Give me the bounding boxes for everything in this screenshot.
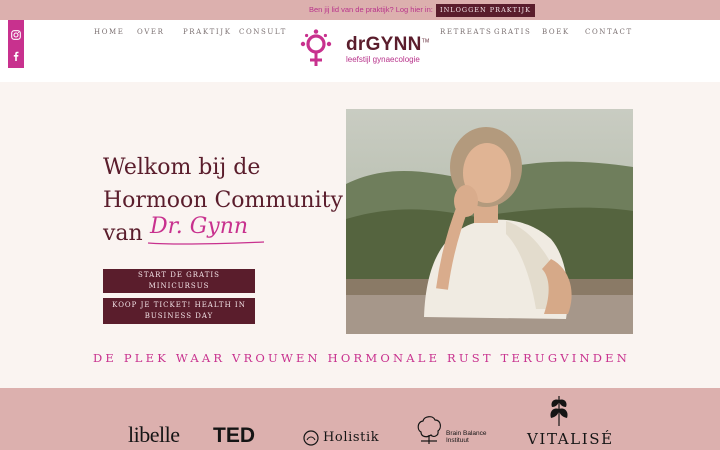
start-minicursus-button[interactable]: START DE GRATIS MINICURSUS [103, 269, 255, 293]
signature-underline [147, 241, 265, 245]
holistik-logo: Holistik [323, 430, 380, 445]
venus-logo-icon[interactable] [295, 29, 337, 69]
vitalise-logo: VITALISÉ [527, 430, 614, 448]
libelle-logo: libelle [128, 422, 180, 447]
nav-consult[interactable]: CONSULT [239, 28, 287, 36]
instagram-icon[interactable] [11, 30, 21, 40]
dr-gynn-signature: Dr. Gynn [150, 214, 249, 239]
brain-balance-logo: Brain Balance Instituut [446, 430, 487, 444]
hero-tagline: DE PLEK WAAR VROUWEN HORMONALE RUST TERU… [93, 351, 630, 365]
login-praktijk-button[interactable]: INLOGGEN PRAKTIJK [436, 4, 535, 17]
hero-title-line1: Welkom bij de [103, 155, 261, 180]
facebook-icon[interactable] [11, 51, 21, 61]
social-strip [8, 20, 24, 68]
logo-tagline: leefstijl gynaecologie [346, 55, 420, 64]
nav-praktijk[interactable]: PRAKTIJK [183, 28, 232, 36]
top-bar: Ben jij lid van de praktijk? Log hier in… [0, 0, 720, 20]
ted-logo: TED [213, 424, 255, 447]
nav-boek[interactable]: BOEK [542, 28, 570, 36]
member-login-text: Ben jij lid van de praktijk? Log hier in… [309, 5, 433, 14]
nav-contact[interactable]: CONTACT [585, 28, 633, 36]
vitalise-leaf-icon [550, 396, 568, 426]
holistik-mark-icon [303, 430, 319, 446]
buy-ticket-button[interactable]: KOOP JE TICKET! HEALTH IN BUSINESS DAY [103, 298, 255, 324]
brain-balance-icon [417, 416, 441, 444]
nav-home[interactable]: HOME [94, 28, 125, 36]
nav-retreats[interactable]: RETREATS [440, 28, 492, 36]
logo-wordmark[interactable]: drGYNNTM [346, 34, 430, 56]
nav-over[interactable]: OVER [137, 28, 164, 36]
nav-gratis[interactable]: GRATIS [494, 28, 531, 36]
dr-gynn-portrait-photo [346, 109, 633, 334]
hero-title-line2: Hormoon Community [103, 188, 343, 213]
